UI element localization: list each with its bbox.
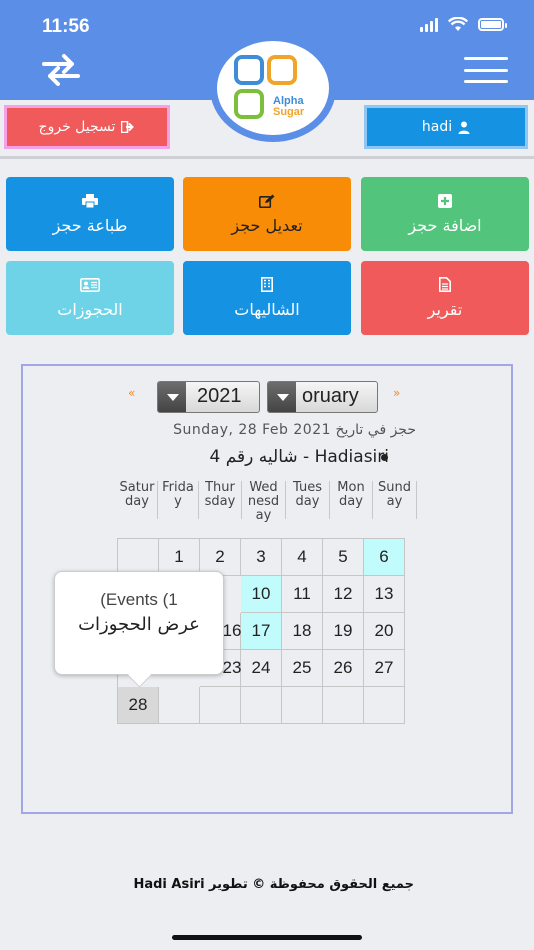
header-divider	[0, 156, 534, 159]
weekday-friday: Frida y	[158, 481, 199, 519]
chalets-button[interactable]: الشاليهات	[183, 261, 351, 335]
logout-label: تسجيل خروج	[38, 119, 116, 135]
bookings-button[interactable]: الحجوزات	[6, 261, 174, 335]
logo-square-orange	[267, 55, 297, 85]
calendar-day[interactable]: 13	[364, 576, 405, 613]
weekday-saturday: Satur day	[117, 481, 158, 519]
view-bookings-link[interactable]: عرض الحجوزات	[55, 614, 223, 635]
month-value: oruary	[302, 385, 359, 407]
calendar-day[interactable]: 26	[323, 650, 364, 687]
print-booking-button[interactable]: طباعة حجز	[6, 177, 174, 251]
add-booking-button[interactable]: اضافة حجز	[361, 177, 529, 251]
user-button[interactable]: hadi	[364, 105, 528, 149]
weekday-sunday: Sund ay	[373, 481, 417, 519]
calendar-day[interactable]: 3	[241, 539, 282, 576]
calendar-day[interactable]: 12	[323, 576, 364, 613]
print-booking-label: طباعة حجز	[52, 215, 128, 235]
calendar-day[interactable]: 27	[364, 650, 405, 687]
prev-month-arrow[interactable]: «	[128, 386, 135, 400]
calendar-day[interactable]: 4	[282, 539, 323, 576]
calendar-day-partial: 16	[222, 621, 242, 640]
user-icon	[458, 121, 470, 134]
hamburger-menu-icon[interactable]	[464, 57, 508, 83]
id-card-icon	[80, 277, 100, 292]
battery-icon	[478, 18, 507, 31]
report-label: تقرير	[427, 300, 463, 319]
footer-copyright: جميع الحقوق محفوظة © تطوير Hadi Asiri	[133, 877, 414, 892]
logo-square-green	[234, 89, 264, 119]
weekday-thursday: Thur sday	[199, 481, 242, 519]
calendar-day-empty	[364, 687, 405, 724]
calendar-day-selected[interactable]: 28	[118, 687, 159, 724]
user-label: hadi	[421, 119, 453, 135]
chevron-down-icon	[158, 382, 186, 412]
calendar-day-highlighted[interactable]: 6	[364, 539, 405, 576]
wifi-icon	[448, 17, 468, 31]
chevron-down-icon	[268, 382, 296, 412]
calendar-day[interactable]: 24	[241, 650, 282, 687]
bookings-label: الحجوزات	[57, 299, 123, 319]
logo-square-blue	[234, 55, 264, 85]
booking-entry[interactable]: Hadiasiri - شاليه رقم 4	[209, 447, 389, 467]
home-indicator[interactable]	[172, 935, 362, 940]
status-time: 11:56	[42, 16, 90, 37]
calendar-day[interactable]: 25	[282, 650, 323, 687]
calendar-day-highlighted[interactable]: 10	[241, 576, 282, 613]
booking-date-line: حجز في تاريخ Sunday, 28 Feb 2021	[173, 422, 416, 438]
calendar-day[interactable]: 5	[323, 539, 364, 576]
swap-arrows-icon[interactable]	[38, 52, 84, 86]
chalets-label: الشاليهات	[234, 300, 300, 319]
logo: Alpha Sugar	[217, 41, 329, 135]
calendar-day-empty	[241, 687, 282, 724]
logout-button[interactable]: تسجيل خروج	[4, 105, 170, 149]
add-booking-label: اضافة حجز	[408, 215, 482, 235]
calendar-day-empty	[282, 687, 323, 724]
file-icon	[439, 277, 451, 292]
events-count: (Events (1	[100, 590, 178, 609]
sign-out-icon	[121, 121, 135, 133]
calendar-day[interactable]: 11	[282, 576, 323, 613]
weekday-tuesday: Tues day	[286, 481, 330, 519]
year-select[interactable]: 2021	[157, 381, 260, 413]
calendar-day[interactable]: 19	[323, 613, 364, 650]
calendar-day-partial: 23	[222, 658, 242, 677]
edit-booking-button[interactable]: تعديل حجز	[183, 177, 351, 251]
calendar-day[interactable]: 18	[282, 613, 323, 650]
calendar-day-empty	[159, 687, 200, 724]
weekday-wednesday: Wed nesd ay	[242, 481, 286, 523]
calendar-day-empty	[200, 687, 241, 724]
month-select[interactable]: oruary	[267, 381, 378, 413]
logo-line-2: Sugar	[273, 106, 305, 118]
report-button[interactable]: تقرير	[361, 261, 529, 335]
year-value: 2021	[197, 385, 242, 407]
status-icons	[420, 17, 507, 32]
calendar-day-highlighted[interactable]: 17	[241, 613, 282, 650]
edit-booking-label: تعديل حجز	[231, 215, 303, 235]
calendar-day[interactable]: 20	[364, 613, 405, 650]
signal-icon	[420, 17, 438, 32]
plus-square-icon	[438, 193, 452, 208]
events-tooltip[interactable]: (Events (1 عرض الحجوزات	[54, 571, 224, 675]
printer-icon	[82, 193, 98, 208]
edit-icon	[259, 194, 275, 208]
calendar-day-empty	[323, 687, 364, 724]
weekday-monday: Mon day	[330, 481, 373, 519]
next-month-arrow[interactable]: »	[393, 386, 400, 400]
logo-badge: Alpha Sugar	[210, 34, 336, 142]
building-icon	[261, 277, 273, 292]
logo-text: Alpha Sugar	[273, 96, 304, 118]
